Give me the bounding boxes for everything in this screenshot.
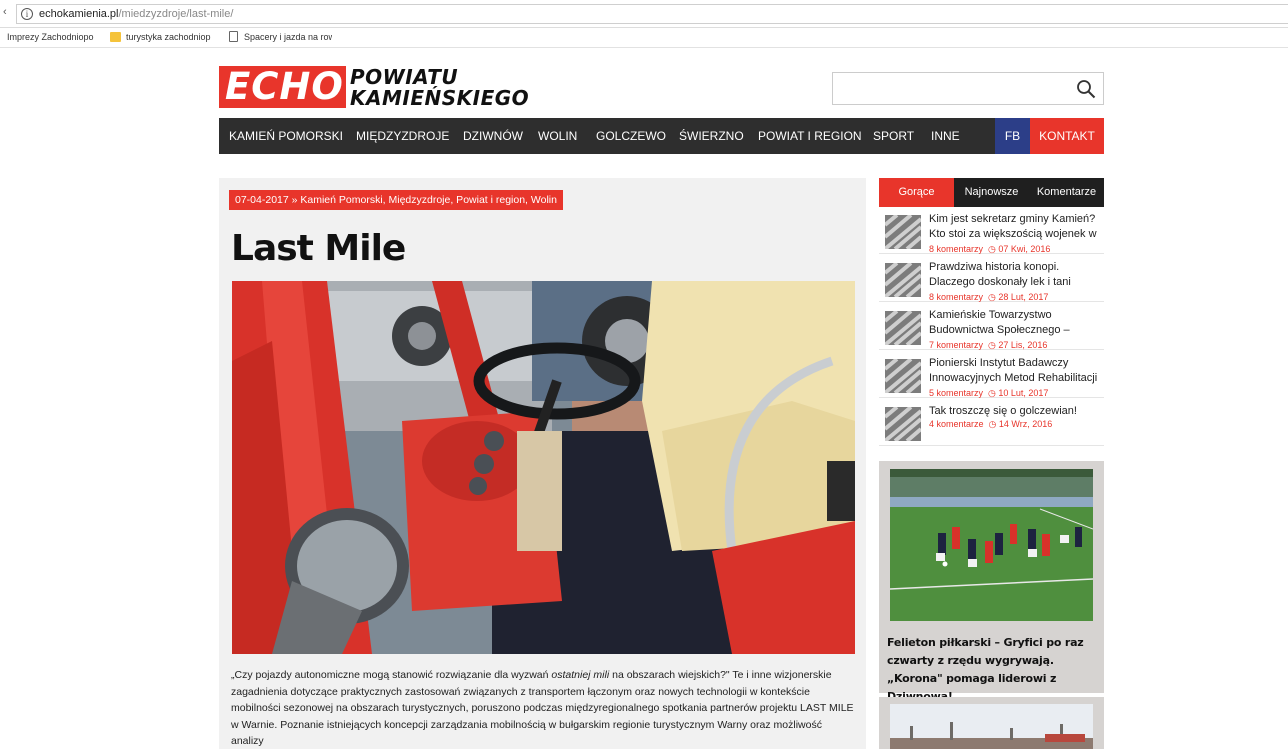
page-icon [229,31,238,42]
thumbnail-placeholder-icon [885,311,921,345]
post-title[interactable]: Kamieńskie Towarzystwo Budownictwa Społe… [929,308,1101,338]
article: 07-04-2017 » Kamień Pomorski, Międzyzdro… [219,178,866,749]
post-title[interactable]: Pionierski Instytut Badawczy Innowacyjny… [929,356,1101,386]
thumbnail-placeholder-icon [885,215,921,249]
list-item[interactable]: Kim jest sekretarz gminy Kamień? Kto sto… [879,207,1104,254]
popular-posts: Kim jest sekretarz gminy Kamień? Kto sto… [879,207,1104,447]
list-item[interactable]: Pionierski Instytut Badawczy Innowacyjny… [879,351,1104,398]
featured-photo-2 [890,704,1093,749]
article-title: Last Mile [231,228,406,269]
nav-kontakt[interactable]: KONTAKT [1030,118,1104,154]
bookmark-turystyka[interactable]: turystyka zachodniop [126,32,216,42]
url-field[interactable]: i echokamienia.pl/miedzyzdroje/last-mile… [16,4,1288,24]
logo-line-1: POWIATU [350,65,459,89]
featured-title[interactable]: Felieton piłkarski – Gryfici po raz czwa… [887,634,1099,706]
featured-article[interactable]: Felieton piłkarski – Gryfici po raz czwa… [879,461,1104,703]
post-title[interactable]: Prawdziwa historia konopi. Dlaczego dosk… [929,260,1101,290]
thumbnail-placeholder-icon [885,263,921,297]
nav-golczewo[interactable]: GOLCZEWO [596,118,666,154]
logo-line-2: KAMIEŃSKIEGO [350,86,530,110]
sidebar-tabs: Gorące Najnowsze Komentarze [879,178,1104,207]
post-meta: 8 komentarzy ◷ 07 Kwi, 2016 [929,244,1051,254]
post-meta: 7 komentarzy ◷ 27 Lis, 2016 [929,340,1048,350]
browser-address-bar: ‹ i echokamienia.pl/miedzyzdroje/last-mi… [0,0,1288,28]
article-photo [232,281,855,654]
main-nav: KAMIEŃ POMORSKI MIĘDZYZDROJE DZIWNÓW WOL… [219,118,1104,154]
nav-miedzyzdroje[interactable]: MIĘDZYZDROJE [356,118,449,154]
tab-gorace[interactable]: Gorące [879,178,954,207]
nav-inne[interactable]: INNE [931,118,960,154]
search-input[interactable] [832,72,1104,105]
list-item[interactable]: Tak troszczę się o golczewian! 4 komenta… [879,399,1104,446]
bookmark-imprezy[interactable]: Imprezy Zachodniopo [7,32,99,42]
nav-fb[interactable]: FB [995,118,1030,154]
url-text: echokamienia.pl/miedzyzdroje/last-mile/ [39,8,234,20]
tab-komentarze[interactable]: Komentarze [1029,178,1104,207]
featured-photo [890,469,1093,621]
nav-swierzno[interactable]: ŚWIERZNO [679,118,744,154]
post-meta: 8 komentarzy ◷ 28 Lut, 2017 [929,292,1049,302]
nav-wolin[interactable]: WOLIN [538,118,577,154]
folder-icon [110,32,121,42]
tab-najnowsze[interactable]: Najnowsze [954,178,1029,207]
thumbnail-placeholder-icon [885,407,921,441]
bookmarks-bar: Imprezy Zachodniopo turystyka zachodniop… [0,28,1288,48]
article-body: „Czy pojazdy autonomiczne mogą stanowić … [231,669,854,747]
logo-echo: ECHO [219,66,346,108]
post-meta: 5 komentarzy ◷ 10 Lut, 2017 [929,388,1049,398]
nav-sport[interactable]: SPORT [873,118,914,154]
featured-article-2[interactable] [879,697,1104,749]
nav-powiat-i-region[interactable]: POWIAT I REGION [758,118,862,154]
back-arrow-icon[interactable]: ‹ [3,6,7,18]
nav-dziwnow[interactable]: DZIWNÓW [463,118,523,154]
nav-kamien-pomorski[interactable]: KAMIEŃ POMORSKI [229,118,343,154]
search-icon[interactable] [1076,79,1096,99]
bookmark-spacery[interactable]: Spacery i jazda na row [244,32,332,42]
list-item[interactable]: Kamieńskie Towarzystwo Budownictwa Społe… [879,303,1104,350]
post-title[interactable]: Kim jest sekretarz gminy Kamień? Kto sto… [929,212,1101,242]
info-icon[interactable]: i [21,8,33,20]
list-item[interactable]: Prawdziwa historia konopi. Dlaczego dosk… [879,255,1104,302]
post-title[interactable]: Tak troszczę się o golczewian! [929,404,1101,419]
post-meta: 4 komentarze ◷ 14 Wrz, 2016 [929,419,1053,429]
thumbnail-placeholder-icon [885,359,921,393]
article-meta[interactable]: 07-04-2017 » Kamień Pomorski, Międzyzdro… [229,190,563,210]
